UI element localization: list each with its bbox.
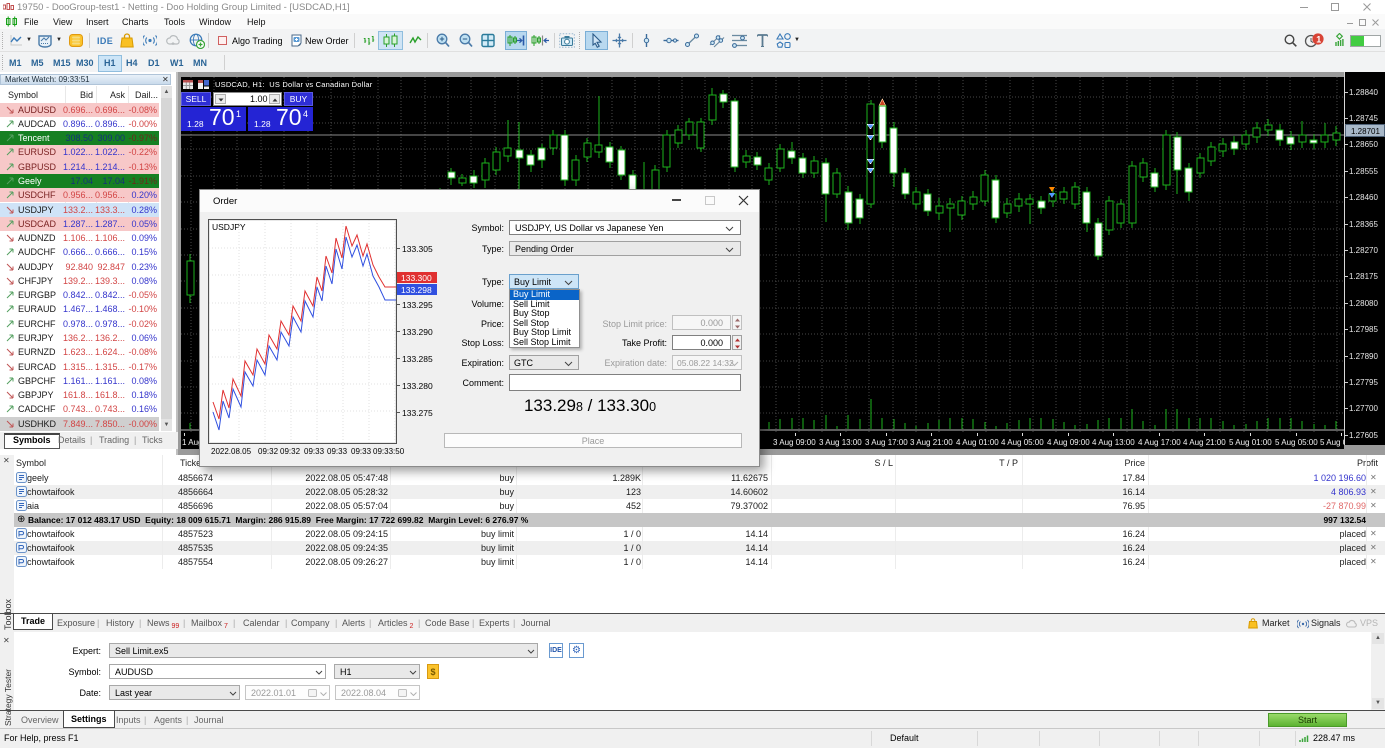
svg-text:1: 1 [1316,34,1321,44]
